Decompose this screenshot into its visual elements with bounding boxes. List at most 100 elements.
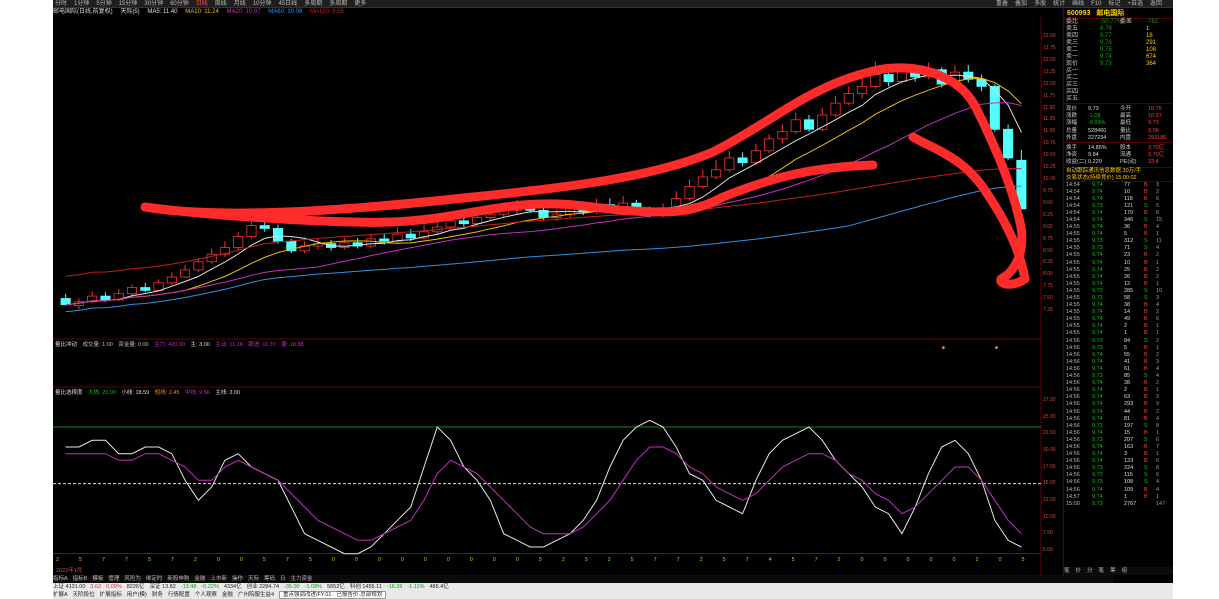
tool-button[interactable]: 叠加 <box>1015 0 1027 7</box>
tick-price: 9.73 <box>1092 500 1103 507</box>
tool-button[interactable]: 多股 <box>1034 0 1046 7</box>
status-item[interactable]: 用户(模) <box>127 592 147 598</box>
period-tab[interactable]: 60分钟 <box>170 0 189 7</box>
webi-label: 委比 <box>1066 19 1079 25</box>
indicator1-param: 量: 18.88 <box>279 342 304 348</box>
tick-price: 9.74 <box>1092 394 1103 401</box>
bottom-tab[interactable]: 天际 <box>248 576 259 582</box>
bottom-tab[interactable]: 管理 <box>108 576 119 582</box>
tick-price: 9.74 <box>1092 231 1103 238</box>
tick-row: 14:55 9.74 23 B 2 <box>1064 252 1173 259</box>
tick-row: 14:55 9.74 5 B 1 <box>1064 231 1173 238</box>
tick-time: 14:55 <box>1066 259 1080 266</box>
period-tab[interactable]: 15分钟 <box>119 0 138 7</box>
bottom-tab[interactable]: 新股申购 <box>167 576 189 582</box>
bottom-tab[interactable]: 日 <box>280 576 286 582</box>
bottom-tab[interactable]: 金融 <box>194 576 205 582</box>
bottom-tab[interactable]: 上市新 <box>210 576 227 582</box>
x-axis-date: 2023年1月 <box>56 568 83 574</box>
stock-chart-title: 邮电国际(日线,前复权) <box>53 9 113 15</box>
price-tick-label: 8.75 <box>1043 235 1053 242</box>
tool-button[interactable]: 画线 <box>1072 0 1084 7</box>
command-input[interactable]: 重点强调改进/FY.01 · 已报告价·总部规划 <box>279 591 387 599</box>
bottom-tab[interactable]: 风险为 <box>124 576 141 582</box>
price-tick-label: 8.50 <box>1043 247 1053 254</box>
status-item[interactable]: 行情配置 <box>168 592 190 598</box>
candle <box>976 78 987 87</box>
tick-row: 14:56 9.74 123 B 6 <box>1064 458 1173 465</box>
stat-value: 227234 <box>1088 134 1107 141</box>
tool-button[interactable]: 统计 <box>1053 0 1065 7</box>
tick-count: 4 <box>1156 373 1160 380</box>
price-tick-label: 12.00 <box>1043 80 1056 87</box>
tick-volume: 163 <box>1124 443 1134 450</box>
tick-volume: 14 <box>1124 309 1131 316</box>
tool-button[interactable]: F10 <box>1091 0 1101 7</box>
status-item[interactable]: 金融 <box>222 592 233 598</box>
bottom-tab[interactable]: 模板 <box>92 576 103 582</box>
tool-button[interactable]: +自选 <box>1127 0 1143 7</box>
tick-time: 14:54 <box>1066 181 1080 188</box>
tick-price: 9.74 <box>1092 309 1103 316</box>
period-tab[interactable]: 1分钟 <box>74 0 89 7</box>
tool-button[interactable]: 标记 <box>1108 0 1120 7</box>
tick-direction: S <box>1144 479 1148 486</box>
indicator1-param: 主力: 420.00 <box>152 342 186 348</box>
tick-row: 14:56 9.73 5 B 1 <box>1064 345 1173 352</box>
status-item[interactable]: 扩展指标 <box>100 592 122 598</box>
stat-label: 外盘 <box>1066 134 1078 141</box>
indicator2-param: 中线: 9.66 <box>183 390 210 396</box>
tick-count: 5 <box>1156 202 1160 209</box>
tick-price: 9.74 <box>1092 358 1103 365</box>
status-item[interactable]: 扩展A <box>53 592 68 598</box>
bottom-tab[interactable]: 操作 <box>232 576 243 582</box>
status-item[interactable]: 天阶段位 <box>73 592 95 598</box>
tick-volume: 312 <box>1124 238 1134 245</box>
tick-list[interactable]: 14:54 9.74 77 B 3 14:54 9.74 10 B 2 14:54 9.74 118 B 6… <box>1064 182 1173 508</box>
tick-direction: B <box>1144 408 1148 415</box>
tick-time: 14:55 <box>1066 231 1080 238</box>
period-tab[interactable]: 日线 <box>196 0 208 7</box>
chart-area[interactable]: ■ ■ <box>53 17 1113 592</box>
tool-button[interactable]: 返回 <box>1150 0 1162 7</box>
period-tab[interactable]: 周线 <box>215 0 227 7</box>
panel-bottom-tab[interactable]: 笔 <box>1064 568 1070 574</box>
bottom-tab[interactable]: 指标B <box>73 576 88 582</box>
period-tab[interactable]: 多周期 <box>329 0 347 7</box>
tick-time: 14:56 <box>1066 344 1080 351</box>
tool-button[interactable]: 重叠 <box>996 0 1008 7</box>
bottom-tab[interactable]: 指标A <box>53 576 68 582</box>
status-item[interactable]: 个人观察 <box>195 592 217 598</box>
index-quote: 创业 2284.74 <box>246 584 280 590</box>
status-item[interactable]: 广州院服生益4 <box>238 592 274 598</box>
tick-price: 9.73 <box>1092 295 1103 301</box>
panel-bottom-tab[interactable]: 组 <box>1122 568 1128 574</box>
bottom-tab[interactable]: 筹码 <box>264 576 275 582</box>
index-quote: -1.08% <box>304 584 323 590</box>
ma20-value: MA20: 10.97 <box>226 9 261 15</box>
tick-direction: B <box>1144 266 1148 273</box>
bottom-tab[interactable]: 绑定时 <box>146 576 163 582</box>
panel-bottom-tab[interactable]: 笔 <box>1099 568 1105 574</box>
candle <box>777 131 788 140</box>
period-tab[interactable]: 多周期 <box>304 0 322 7</box>
period-tab[interactable]: 5分钟 <box>96 0 111 7</box>
bottom-tab[interactable]: 主力资金 <box>291 576 313 582</box>
period-tab[interactable]: 10分钟 <box>253 0 272 7</box>
ask-label: 卖三 <box>1066 40 1079 46</box>
tick-price: 9.74 <box>1092 280 1103 287</box>
panel-bottom-tab[interactable]: 价 <box>1076 568 1082 574</box>
panel-bottom-tab[interactable]: 分 <box>1087 568 1093 574</box>
status-item[interactable]: 财务 <box>152 592 163 598</box>
candle <box>1003 128 1014 159</box>
period-tab[interactable]: 月线 <box>234 0 246 7</box>
period-tab[interactable]: 更多 <box>354 0 366 7</box>
panel-bottom-tab[interactable]: 筹 <box>1110 568 1116 574</box>
status-row-2: 扩展A 天阶段位 扩展指标 用户(模) 财务 行情配置 个人观察 金融 广州院服生益4 重点强调改… <box>53 591 1173 599</box>
period-tab[interactable]: 分时 <box>55 0 67 7</box>
tick-time: 14:56 <box>1066 465 1080 472</box>
period-tab[interactable]: 45日线 <box>279 0 298 7</box>
tick-price: 9.73 <box>1092 422 1103 429</box>
index-quote: -35.00 <box>284 584 300 590</box>
period-tab[interactable]: 30分钟 <box>144 0 163 7</box>
